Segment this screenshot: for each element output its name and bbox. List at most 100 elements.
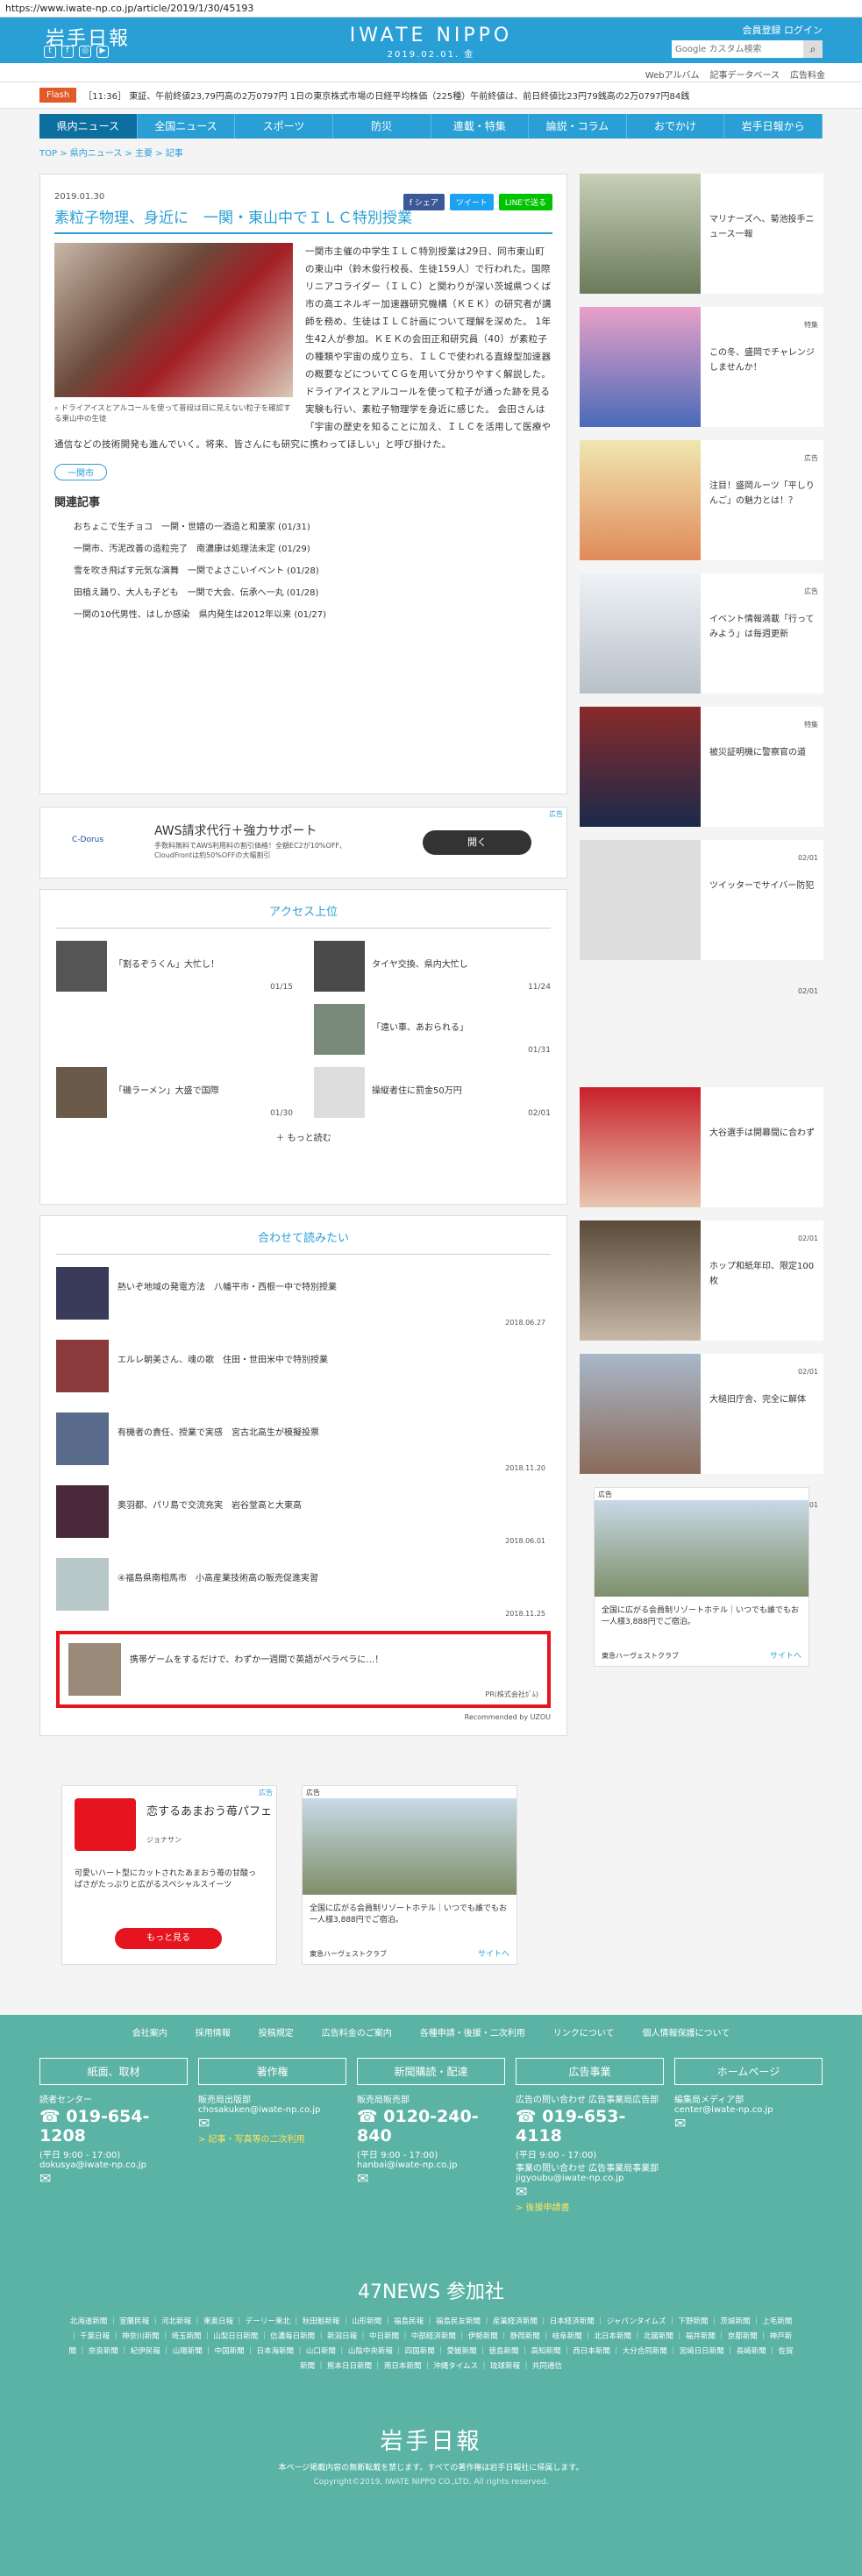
related-item[interactable]: 雪を吹き飛ばす元気な演舞 一関でよさこいイベント (01/28) [54, 560, 552, 582]
instagram-icon[interactable]: ◎ [79, 46, 91, 58]
ad-more-button[interactable]: もっと見る [115, 1928, 222, 1949]
footer-link[interactable]: 会社案内 [132, 2025, 167, 2039]
footer-link[interactable]: 個人情報保護について [643, 2025, 730, 2039]
col-heading: 広告事業 [516, 2058, 664, 2085]
col-hours: (平日 9:00 - 17:00) [357, 2151, 438, 2160]
footer-logo[interactable]: 岩手日報 [0, 2423, 862, 2456]
side-thumb [580, 174, 701, 294]
ad-aws[interactable]: 広告 C-Dorus AWS請求代行＋強力サポート 手数料無料でAWS利用料の割… [39, 807, 567, 879]
flash-tag: Flash [39, 88, 77, 103]
side-item[interactable]: 大谷選手は開幕間に合わず 02/01 [580, 1087, 823, 1242]
facebook-icon[interactable]: f [61, 46, 74, 58]
side-item[interactable]: 大槌旧庁舎、完全に解体02/01 [580, 1354, 823, 1509]
nav-from-nippo[interactable]: 岩手日報から [724, 114, 823, 139]
uzou-credit[interactable]: Recommended by UZOU [56, 1713, 551, 1721]
mail-icon[interactable]: ✉ [674, 2115, 823, 2131]
ranking-item[interactable]: 「割るぞうくん」大忙し！ 01/15 [56, 941, 293, 992]
side-thumb [580, 840, 701, 960]
more-button[interactable]: ＋ もっと読む [56, 1130, 551, 1143]
col-extra-link[interactable]: > 後援申請書 [516, 2200, 664, 2213]
rec-item[interactable]: エルレ朝美さん、魂の歌 住田・世田米中で特別授業 [56, 1340, 551, 1401]
url-bar[interactable]: https://www.iwate-np.co.jp/article/2019/… [0, 0, 862, 18]
member-papers[interactable]: 北海道新聞 ｜ 室蘭民報 ｜ 河北新報 ｜ 東奥日報 ｜ デーリー東北 ｜ 秋田… [68, 2315, 794, 2374]
article-photo[interactable] [54, 243, 293, 397]
related-item[interactable]: 一関の10代男性、はしか感染 県内発生は2012年以来 (01/27) [54, 604, 552, 626]
ranking-item[interactable]: 操縦者住に罰金50万円 02/01 [314, 1067, 551, 1118]
line-share-button[interactable]: LINEで送る [498, 194, 552, 210]
col-mail[interactable]: 事業の問い合わせ 広告事業局事業部 jigyoubu@iwate-np.co.j… [516, 2160, 664, 2183]
related-item[interactable]: 一関市、汚泥改善の造粒完了 南濃康は処理法未定 (01/29) [54, 538, 552, 560]
subnav-ad[interactable]: 広告料金 [790, 71, 825, 81]
side-item[interactable]: 注目！盛岡ルーツ「平しりんご」の魅力とは！？ 広告 [580, 440, 823, 595]
rec-item[interactable]: 奥羽都、パリ島で交流充実 岩谷堂高と大東高 2018.06.01 [56, 1485, 551, 1547]
tag-ichinoseki[interactable]: 一関市 [54, 464, 107, 480]
footer-link[interactable]: 採用情報 [196, 2025, 231, 2039]
col-dept: 読者センター [39, 2096, 92, 2105]
mail-icon[interactable]: ✉ [357, 2170, 505, 2187]
nav-national[interactable]: 全国ニュース [138, 114, 236, 139]
twitter-icon[interactable]: t [44, 46, 56, 58]
side-item[interactable]: 被災証明機に警察官の道 02/01 [580, 707, 823, 862]
nav-local[interactable]: 県内ニュース [39, 114, 138, 139]
thumbnail [56, 1413, 109, 1465]
side-title: ホップ和紙年印、限定100枚 [709, 1262, 815, 1286]
footer-link[interactable]: 投稿規定 [259, 2025, 294, 2039]
account-links[interactable]: 会員登録 ログイン [743, 23, 823, 37]
nav-column[interactable]: 論説・コラム [529, 114, 627, 139]
footer-link[interactable]: 広告料金のご案内 [322, 2025, 392, 2039]
ad-open-button[interactable]: 開く [423, 830, 531, 855]
col-mail[interactable]: chosakuken@iwate-np.co.jp [198, 2105, 346, 2115]
nav-bousai[interactable]: 防災 [333, 114, 431, 139]
jonathan-logo-icon [75, 1798, 136, 1851]
side-item[interactable]: ホップ和紙年印、限定100枚 02/01 [580, 1220, 823, 1376]
col-mail[interactable]: center@iwate-np.co.jp [674, 2105, 823, 2115]
nav-series[interactable]: 連載・特集 [431, 114, 530, 139]
side-title: マリナーズへ、菊池投手ニュース一報 [709, 215, 815, 239]
side-title: 被災証明機に警察官の道 [709, 748, 806, 758]
social-icons: t f ◎ ▶ [44, 46, 109, 58]
side-ad-harvest[interactable]: 広告 全国に広がる会員制リゾートホテル｜いつでも誰でもお一人様3,888円でご宿… [594, 1487, 809, 1667]
side-title: 大槌旧庁舎、完全に解体 [709, 1395, 806, 1405]
youtube-icon[interactable]: ▶ [96, 46, 109, 58]
pr-item[interactable]: 携帯ゲームをするだけで、わずか一週間で英語がペラペラに…！ PR(株式会社ｶﾞﾑ… [56, 1631, 551, 1708]
col-heading: 紙面、取材 [39, 2058, 188, 2085]
ad-harvest[interactable]: 広告 全国に広がる会員制リゾートホテル｜いつでも誰でもお一人様3,888円でご宿… [302, 1785, 517, 1965]
subnav-album[interactable]: Webアルバム [645, 71, 700, 81]
related-item[interactable]: 田植え踊り、大人も子ども 一関で大会、伝承へ一丸 (01/28) [54, 582, 552, 604]
nav-odekake[interactable]: おでかけ [627, 114, 725, 139]
ad-site-link[interactable]: サイトへ [770, 1649, 801, 1661]
mail-icon[interactable]: ✉ [516, 2183, 664, 2200]
flash-text[interactable]: ［11:36］ 東証、午前終値23,79円高の2万0797円 1日の東京株式市場… [83, 89, 689, 102]
col-mail[interactable]: dokusya@iwate-np.co.jp [39, 2160, 188, 2170]
ad-jonathan[interactable]: 広告 恋するあまおう苺パフェ ジョナサン 可愛いハート型にカットされたあまおう苺… [61, 1785, 277, 1965]
side-item[interactable]: この冬、盛岡でチャレンジしませんか！ 広告 [580, 307, 823, 462]
search-icon[interactable]: ⌕ [803, 40, 823, 58]
col-mail[interactable]: hanbai@iwate-np.co.jp [357, 2160, 505, 2170]
mail-icon[interactable]: ✉ [39, 2170, 188, 2187]
related-item[interactable]: おちょこで生チョコ 一関・世嬉の一酒造と和菓家 (01/31) [54, 516, 552, 538]
nav-sports[interactable]: スポーツ [235, 114, 333, 139]
ranking-item[interactable]: タイヤ交換、県内大忙し 11/24 [314, 941, 551, 992]
facebook-share-button[interactable]: f シェア [403, 194, 445, 210]
tweet-button[interactable]: ツイート [449, 194, 494, 210]
ranking-item[interactable]: 「磯ラーメン」大盛で国際 01/30 [56, 1067, 293, 1118]
rec-item[interactable]: ④福島県南相馬市 小高産業技術高の販売促進実習 2018.11.25 [56, 1558, 551, 1619]
breadcrumb[interactable]: TOP > 県内ニュース > 主要 > 記事 [0, 139, 862, 161]
side-item[interactable]: イベント情報満載「行ってみよう」は毎週更新 特集 [580, 573, 823, 729]
item-date: 11/24 [528, 983, 551, 992]
ad-site-link[interactable]: サイトへ [478, 1947, 509, 1959]
item-title: 熱いぞ地域の発電方法 八幡平市・西根一中で特別授業 [118, 1283, 337, 1292]
search-input[interactable] [672, 40, 803, 58]
ranking-item[interactable]: 「遠い車、あおられる」 01/31 [314, 1004, 551, 1055]
mail-icon[interactable]: ✉ [198, 2115, 346, 2131]
footer-link[interactable]: 各種申請・後援・二次利用 [420, 2025, 525, 2039]
footer-link[interactable]: リンクについて [553, 2025, 615, 2039]
rec-item[interactable]: 有機者の責任、授業で実感 宮古北高生が模擬投票 2018.11.20 [56, 1413, 551, 1474]
col-extra-link[interactable]: > 記事・写真等の二次利用 [198, 2131, 346, 2145]
side-item[interactable]: マリナーズへ、菊池投手ニュース一報 特集 [580, 174, 823, 329]
item-title: 「割るぞうくん」大忙し！ [114, 960, 219, 970]
subnav-db[interactable]: 記事データベース [710, 71, 780, 81]
rec-item[interactable]: 熱いぞ地域の発電方法 八幡平市・西根一中で特別授業 2018.06.27 [56, 1267, 551, 1328]
side-title: 注目！盛岡ルーツ「平しりんご」の魅力とは！？ [709, 481, 815, 506]
side-item[interactable]: ツイッターでサイバー防犯 02/01 [580, 840, 823, 995]
